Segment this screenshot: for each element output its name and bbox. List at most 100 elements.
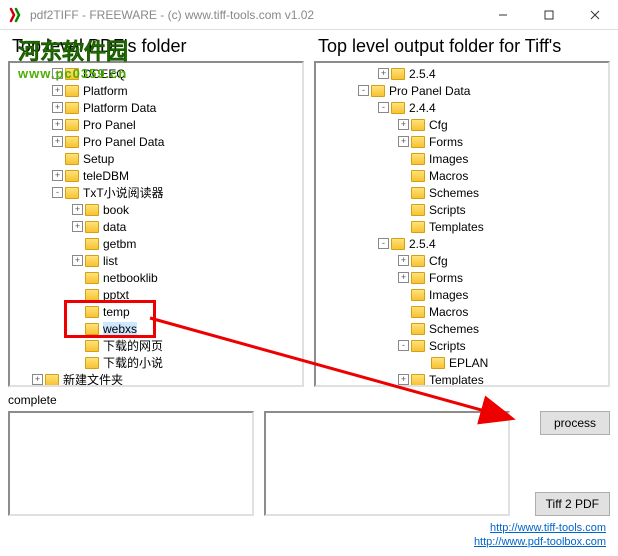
tree-item[interactable]: Scripts: [318, 201, 606, 218]
tree-item[interactable]: +2.5.4: [318, 65, 606, 82]
expand-icon[interactable]: +: [398, 119, 409, 130]
tree-item[interactable]: Macros: [318, 167, 606, 184]
tree-item[interactable]: netbooklib: [12, 269, 300, 286]
status-box-right: [264, 411, 510, 516]
tree-item[interactable]: +Cfg: [318, 116, 606, 133]
tree-item[interactable]: EPLAN: [318, 354, 606, 371]
close-button[interactable]: [572, 0, 618, 30]
tree-label: EPLAN: [449, 356, 488, 370]
expand-icon[interactable]: +: [52, 102, 63, 113]
tree-item[interactable]: + DCEEQ: [12, 65, 300, 82]
tree-item[interactable]: webxs: [12, 320, 300, 337]
tree-label: netbooklib: [103, 271, 158, 285]
tree-label: Schemes: [429, 186, 479, 200]
tree-item[interactable]: 下载的小说: [12, 354, 300, 371]
expand-icon[interactable]: +: [72, 255, 83, 266]
expand-icon[interactable]: +: [52, 119, 63, 130]
folder-icon: [391, 68, 405, 80]
titlebar: pdf2TIFF - FREEWARE - (c) www.tiff-tools…: [0, 0, 618, 30]
tree-item[interactable]: +Forms: [318, 269, 606, 286]
folder-icon: [65, 119, 79, 131]
tree-item[interactable]: +teleDBM: [12, 167, 300, 184]
tree-item[interactable]: Templates: [318, 218, 606, 235]
expand-icon[interactable]: +: [398, 136, 409, 147]
tree-item[interactable]: +Cfg: [318, 252, 606, 269]
tree-label: Macros: [429, 169, 468, 183]
tree-item[interactable]: +list: [12, 252, 300, 269]
tree-item[interactable]: getbm: [12, 235, 300, 252]
tree-item[interactable]: + Platform: [12, 82, 300, 99]
folder-icon: [411, 272, 425, 284]
collapse-icon[interactable]: -: [378, 238, 389, 249]
folder-icon: [411, 255, 425, 267]
expand-icon[interactable]: +: [72, 204, 83, 215]
folder-icon: [411, 119, 425, 131]
folder-icon: [391, 238, 405, 250]
expand-icon[interactable]: +: [398, 272, 409, 283]
tree-item[interactable]: +Templates: [318, 371, 606, 387]
minimize-button[interactable]: [480, 0, 526, 30]
tree-label: Images: [429, 152, 468, 166]
right-header: Top level output folder for Tiff's: [314, 36, 610, 57]
tree-label: DCEEQ: [83, 67, 126, 81]
collapse-icon[interactable]: -: [358, 85, 369, 96]
tree-item[interactable]: +Pro Panel: [12, 116, 300, 133]
expand-icon[interactable]: +: [52, 68, 63, 79]
expand-icon[interactable]: +: [398, 255, 409, 266]
expand-icon[interactable]: +: [378, 68, 389, 79]
folder-icon: [411, 170, 425, 182]
folder-icon: [411, 374, 425, 386]
right-tree[interactable]: +2.5.4-Pro Panel Data-2.4.4+Cfg+FormsIma…: [314, 61, 610, 387]
tree-item[interactable]: -Scripts: [318, 337, 606, 354]
folder-icon: [85, 289, 99, 301]
tree-item[interactable]: -Pro Panel Data: [318, 82, 606, 99]
folder-icon: [45, 374, 59, 386]
tree-item[interactable]: +data: [12, 218, 300, 235]
expand-icon[interactable]: +: [52, 136, 63, 147]
tree-item[interactable]: pptxt: [12, 286, 300, 303]
expand-icon[interactable]: +: [398, 374, 409, 385]
expand-icon[interactable]: +: [32, 374, 43, 385]
tree-item[interactable]: + Forms: [318, 133, 606, 150]
tree-item[interactable]: Schemes: [318, 320, 606, 337]
tree-item[interactable]: Setup: [12, 150, 300, 167]
tree-label: Images: [429, 288, 468, 302]
collapse-icon[interactable]: -: [378, 102, 389, 113]
tree-item[interactable]: +Pro Panel Data: [12, 133, 300, 150]
tree-label: 2.5.4: [409, 237, 436, 251]
collapse-icon[interactable]: -: [398, 340, 409, 351]
tree-item[interactable]: -2.4.4: [318, 99, 606, 116]
tiff2pdf-button[interactable]: Tiff 2 PDF: [535, 492, 610, 516]
tree-item[interactable]: Schemes: [318, 184, 606, 201]
folder-icon: [65, 170, 79, 182]
tree-item[interactable]: -TxT小说阅读器: [12, 184, 300, 201]
tree-label: Platform: [83, 84, 128, 98]
folder-icon: [65, 102, 79, 114]
tree-item[interactable]: Images: [318, 150, 606, 167]
tree-item[interactable]: +新建文件夹: [12, 371, 300, 387]
tree-label: Templates: [429, 220, 484, 234]
tree-item[interactable]: +book: [12, 201, 300, 218]
tree-item[interactable]: Images: [318, 286, 606, 303]
tree-item[interactable]: Macros: [318, 303, 606, 320]
tree-item[interactable]: 下载的网页: [12, 337, 300, 354]
tree-label: Macros: [429, 305, 468, 319]
folder-icon: [411, 340, 425, 352]
maximize-button[interactable]: [526, 0, 572, 30]
expand-icon[interactable]: +: [72, 221, 83, 232]
expand-icon[interactable]: +: [52, 170, 63, 181]
tree-label: Forms: [429, 135, 463, 149]
tree-item[interactable]: temp: [12, 303, 300, 320]
folder-icon: [85, 238, 99, 250]
left-tree[interactable]: +DCEEQ+Platform+Platform Data+Pro Panel+…: [8, 61, 304, 387]
tree-item[interactable]: +Platform Data: [12, 99, 300, 116]
folder-icon: [65, 68, 79, 80]
folder-icon: [411, 187, 425, 199]
expand-icon[interactable]: +: [52, 85, 63, 96]
link-tifftools[interactable]: http://www.tiff-tools.com: [0, 522, 606, 534]
process-button[interactable]: process: [540, 411, 610, 435]
link-pdftoolbox[interactable]: http://www.pdf-toolbox.com: [0, 536, 606, 548]
tree-item[interactable]: - 2.5.4: [318, 235, 606, 252]
collapse-icon[interactable]: -: [52, 187, 63, 198]
tree-label: 下载的小说: [103, 354, 163, 371]
